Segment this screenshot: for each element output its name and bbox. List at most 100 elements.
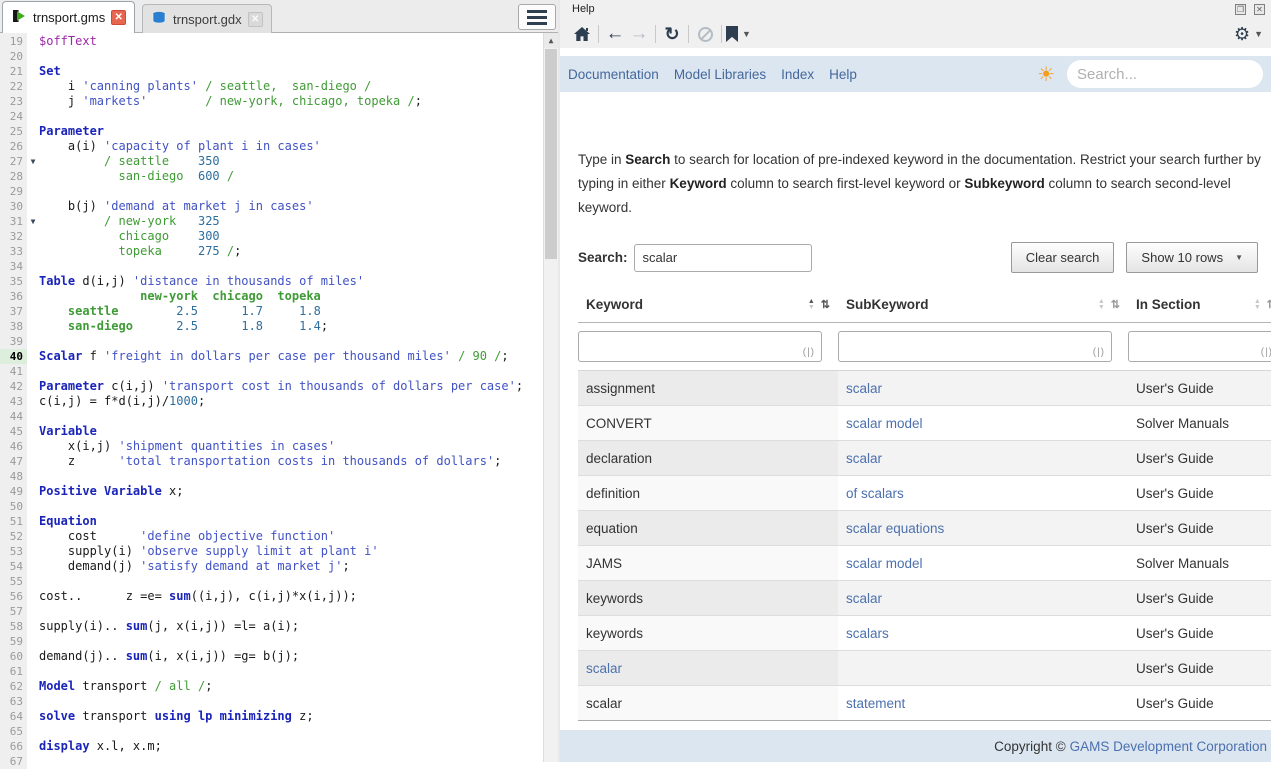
column-header-subkeyword[interactable]: SubKeyword ▲▼⇅ [838, 289, 1128, 323]
subkeyword-cell-link[interactable]: scalar model [846, 416, 923, 431]
subkeyword-cell-link[interactable]: scalar model [846, 556, 923, 571]
code-line[interactable]: 52 cost 'define objective function' [0, 529, 543, 544]
column-header-keyword[interactable]: Keyword ▲▼⇅ [578, 289, 838, 323]
nav-model-libraries[interactable]: Model Libraries [674, 67, 766, 82]
code-line[interactable]: 38 san-diego 2.5 1.8 1.4; [0, 319, 543, 334]
code-line[interactable]: 55 [0, 574, 543, 589]
subkeyword-cell-link[interactable]: of scalars [846, 486, 904, 501]
forward-button[interactable]: → [627, 22, 651, 46]
code-line[interactable]: 24 [0, 109, 543, 124]
subkeyword-cell-link[interactable]: statement [846, 696, 905, 711]
subkeyword-cell-link[interactable]: scalar [846, 451, 882, 466]
code-line[interactable]: 27▼ / seattle 350 [0, 154, 543, 169]
code-line[interactable]: 57 [0, 604, 543, 619]
show-rows-dropdown[interactable]: Show 10 rows▼ [1126, 242, 1258, 273]
code-line[interactable]: 19$offText [0, 34, 543, 49]
line-number: 46 [0, 439, 27, 454]
subkeyword-filter-input[interactable] [838, 331, 1112, 362]
code-line[interactable]: 49Positive Variable x; [0, 484, 543, 499]
fold-marker-icon[interactable]: ▼ [27, 154, 39, 169]
nav-help[interactable]: Help [829, 67, 857, 82]
scrollbar-thumb[interactable] [545, 49, 557, 259]
code-line[interactable]: 39 [0, 334, 543, 349]
code-line[interactable]: 21Set [0, 64, 543, 79]
scroll-up-arrow-icon[interactable]: ▲ [544, 33, 558, 48]
subkeyword-cell-link[interactable]: scalar [846, 591, 882, 606]
gams-corporation-link[interactable]: GAMS Development Corporation [1070, 739, 1267, 754]
code-line[interactable]: 22 i 'canning plants' / seattle, san-die… [0, 79, 543, 94]
keyword-filter-input[interactable] [578, 331, 822, 362]
tab-trnsport-gms[interactable]: trnsport.gms ✕ [2, 1, 135, 33]
code-line[interactable]: 32 chicago 300 [0, 229, 543, 244]
code-line[interactable]: 47 z 'total transportation costs in thou… [0, 454, 543, 469]
code-line[interactable]: 64solve transport using lp minimizing z; [0, 709, 543, 724]
code-line[interactable]: 59 [0, 634, 543, 649]
keyword-cell-link[interactable]: scalar [586, 661, 622, 676]
code-line[interactable]: 63 [0, 694, 543, 709]
hamburger-menu-button[interactable] [518, 4, 556, 30]
close-tab-icon[interactable]: ✕ [248, 12, 263, 27]
code-line[interactable]: 51Equation [0, 514, 543, 529]
code-line[interactable]: 43c(i,j) = f*d(i,j)/1000; [0, 394, 543, 409]
doc-search-pill[interactable] [1067, 60, 1263, 88]
fold-marker-icon[interactable]: ▼ [27, 214, 39, 229]
code-line[interactable]: 30 b(j) 'demand at market j in cases' [0, 199, 543, 214]
code-line[interactable]: 50 [0, 499, 543, 514]
settings-button[interactable]: ⚙▼ [1234, 22, 1263, 46]
close-tab-icon[interactable]: ✕ [111, 10, 126, 25]
editor-scrollbar[interactable]: ▲ [543, 33, 558, 762]
code-line[interactable]: 61 [0, 664, 543, 679]
code-line[interactable]: 40Scalar f 'freight in dollars per case … [0, 349, 543, 364]
reload-button[interactable]: ↻ [660, 22, 684, 46]
code-line[interactable]: 44 [0, 409, 543, 424]
code-line[interactable]: 35Table d(i,j) 'distance in thousands of… [0, 274, 543, 289]
home-button[interactable] [570, 22, 594, 46]
line-number: 21 [0, 64, 27, 79]
nav-documentation[interactable]: Documentation [568, 67, 659, 82]
doc-search-input[interactable] [1077, 66, 1271, 83]
code-line[interactable]: 37 seattle 2.5 1.7 1.8 [0, 304, 543, 319]
stop-button[interactable] [693, 22, 717, 46]
code-line[interactable]: 53 supply(i) 'observe supply limit at pl… [0, 544, 543, 559]
tab-trnsport-gdx[interactable]: trnsport.gdx ✕ [142, 4, 272, 33]
code-line[interactable]: 58supply(i).. sum(j, x(i,j)) =l= a(i); [0, 619, 543, 634]
code-line[interactable]: 42Parameter c(i,j) 'transport cost in th… [0, 379, 543, 394]
code-line[interactable]: 41 [0, 364, 543, 379]
clear-search-button[interactable]: Clear search [1011, 242, 1115, 273]
code-line[interactable]: 34 [0, 259, 543, 274]
code-line[interactable]: 66display x.l, x.m; [0, 739, 543, 754]
nav-index[interactable]: Index [781, 67, 814, 82]
code-line[interactable]: 56cost.. z =e= sum((i,j), c(i,j)*x(i,j))… [0, 589, 543, 604]
code-line[interactable]: 46 x(i,j) 'shipment quantities in cases' [0, 439, 543, 454]
code-line[interactable]: 29 [0, 184, 543, 199]
code-line[interactable]: 31▼ / new-york 325 [0, 214, 543, 229]
back-button[interactable]: ← [603, 22, 627, 46]
code-line[interactable]: 33 topeka 275 /; [0, 244, 543, 259]
subkeyword-cell: statement [838, 686, 1128, 721]
code-lines: 19$offText2021Set22 i 'canning plants' /… [0, 34, 543, 769]
code-line[interactable]: 65 [0, 724, 543, 739]
section-filter-input[interactable] [1128, 331, 1271, 362]
code-line[interactable]: 54 demand(j) 'satisfy demand at market j… [0, 559, 543, 574]
code-line[interactable]: 45Variable [0, 424, 543, 439]
code-line[interactable]: 20 [0, 49, 543, 64]
subkeyword-cell-link[interactable]: scalar [846, 381, 882, 396]
code-line[interactable]: 28 san-diego 600 / [0, 169, 543, 184]
theme-toggle-sun-icon[interactable]: ☀ [1037, 62, 1055, 87]
subkeyword-cell-link[interactable]: scalar equations [846, 521, 944, 536]
code-line[interactable]: 60demand(j).. sum(i, x(i,j)) =g= b(j); [0, 649, 543, 664]
code-line[interactable]: 26 a(i) 'capacity of plant i in cases' [0, 139, 543, 154]
bookmark-button[interactable]: ▼ [726, 22, 751, 46]
code-line[interactable]: 48 [0, 469, 543, 484]
column-header-in-section[interactable]: In Section ▲▼⇅ [1128, 289, 1271, 323]
code-line[interactable]: 62Model transport / all /; [0, 679, 543, 694]
code-line[interactable]: 23 j 'markets' / new-york, chicago, tope… [0, 94, 543, 109]
subkeyword-cell-link[interactable]: scalars [846, 626, 889, 641]
close-panel-icon[interactable]: ✕ [1254, 4, 1265, 15]
tab-label: trnsport.gms [33, 10, 105, 25]
code-line[interactable]: 36 new-york chicago topeka [0, 289, 543, 304]
float-panel-icon[interactable]: ❐ [1235, 4, 1246, 15]
code-line[interactable]: 25Parameter [0, 124, 543, 139]
code-editor[interactable]: 19$offText2021Set22 i 'canning plants' /… [0, 33, 558, 762]
keyword-search-input[interactable] [634, 244, 812, 272]
